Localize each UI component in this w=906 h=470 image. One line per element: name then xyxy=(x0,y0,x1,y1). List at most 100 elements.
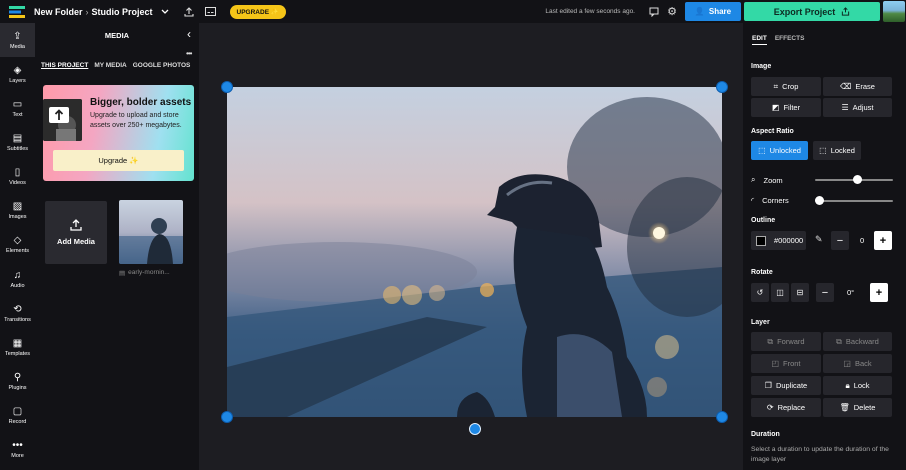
back-button[interactable]: ◲ Back xyxy=(823,354,892,373)
tab-google-photos[interactable]: GOOGLE PHOTOS xyxy=(133,62,191,69)
breadcrumb-project[interactable]: Studio Project xyxy=(92,7,153,17)
delete-button[interactable]: 🗑︎ Delete xyxy=(823,398,892,417)
templates-icon: ▦ xyxy=(12,337,23,349)
eyedropper-icon[interactable]: ✎ xyxy=(815,234,823,245)
outline-color-swatch xyxy=(756,235,766,246)
delete-label: Delete xyxy=(853,403,876,412)
corners-slider[interactable] xyxy=(815,200,893,202)
rail-item-audio[interactable]: ♫ Audio xyxy=(0,262,35,296)
tab-edit[interactable]: EDIT xyxy=(752,35,767,45)
resize-handle-bottom-left[interactable] xyxy=(221,411,233,423)
add-media-label: Add Media xyxy=(57,237,95,246)
export-project-button[interactable]: Export Project xyxy=(744,2,880,21)
subtitles-toggle-icon[interactable] xyxy=(204,5,218,19)
rail-item-label: Templates xyxy=(4,350,31,357)
rail-item-label: Transitions xyxy=(4,316,31,323)
erase-button[interactable]: ⌫ Erase xyxy=(823,77,892,96)
app-logo-icon[interactable] xyxy=(0,0,34,23)
crop-button[interactable]: ⌗ Crop xyxy=(751,77,821,96)
rail-item-label: Record xyxy=(8,418,27,425)
add-user-icon: 👤 xyxy=(694,7,705,16)
promo-upgrade-button[interactable]: Upgrade ✨ xyxy=(53,150,184,171)
rail-item-videos[interactable]: ▯ Videos xyxy=(0,159,35,193)
elements-icon: ◇ xyxy=(13,234,22,246)
locked-label: Locked xyxy=(830,146,855,155)
rail-item-templates[interactable]: ▦ Templates xyxy=(0,330,35,364)
image-section-title: Image xyxy=(751,63,772,70)
filter-button[interactable]: ◩ Filter xyxy=(751,98,821,117)
last-edited-status: Last edited a few seconds ago. xyxy=(545,8,635,15)
outline-width-value[interactable]: 0 xyxy=(860,236,864,245)
rail-item-media[interactable]: ⇪ Media xyxy=(0,23,35,57)
comment-icon[interactable] xyxy=(647,5,661,19)
more-icon: ••• xyxy=(12,439,23,451)
breadcrumb: New Folder › Studio Project xyxy=(34,5,172,19)
tab-this-project[interactable]: THIS PROJECT xyxy=(41,62,88,69)
forward-button[interactable]: ⧉ Forward xyxy=(751,332,821,351)
backward-button[interactable]: ⧉ Backward xyxy=(823,332,892,351)
rail-item-elements[interactable]: ◇ Elements xyxy=(0,227,35,261)
rail-item-subtitles[interactable]: ▤ Subtitles xyxy=(0,125,35,159)
flip-horizontal-icon: ◫ xyxy=(776,288,784,297)
adjust-button[interactable]: ☰ Adjust xyxy=(823,98,892,117)
flip-vertical-button[interactable]: ⊟ xyxy=(791,283,809,302)
rail-item-record[interactable]: ▢ Record xyxy=(0,398,35,432)
rotate-value[interactable]: 0° xyxy=(847,288,854,297)
rail-item-text[interactable]: ▭ Text xyxy=(0,91,35,125)
aspect-section-title: Aspect Ratio xyxy=(751,128,794,135)
tab-my-media[interactable]: MY MEDIA xyxy=(94,62,126,69)
rail-item-images[interactable]: ▨ Images xyxy=(0,193,35,227)
resize-handle-bottom-right[interactable] xyxy=(716,411,728,423)
forward-icon: ⧉ xyxy=(767,336,774,346)
replace-button[interactable]: ⟳ Replace xyxy=(751,398,821,417)
rail-item-label: More xyxy=(11,452,24,459)
subtitles-icon: ▤ xyxy=(12,132,23,144)
lock-button[interactable]: 🔒︎ Lock xyxy=(823,376,892,395)
filter-label: Filter xyxy=(783,103,801,112)
panel-title: MEDIA xyxy=(104,31,130,40)
rotate-decrease-button[interactable]: − xyxy=(816,283,834,302)
layer-section-title: Layer xyxy=(751,319,770,326)
rotate-handle-icon[interactable] xyxy=(469,423,481,435)
unlocked-button[interactable]: ⬚ Unlocked xyxy=(751,141,808,160)
selected-image-layer[interactable] xyxy=(227,87,722,417)
upgrade-button[interactable]: UPGRADE ✨ xyxy=(229,4,286,19)
corners-slider-knob[interactable] xyxy=(815,196,824,205)
flip-horizontal-button[interactable]: ◫ xyxy=(771,283,789,302)
rotate-increase-button[interactable]: + xyxy=(870,283,888,302)
front-button[interactable]: ◰ Front xyxy=(751,354,821,373)
resize-handle-top-left[interactable] xyxy=(221,81,233,93)
zoom-slider-knob[interactable] xyxy=(852,175,862,184)
upload-icon[interactable] xyxy=(182,5,196,19)
resize-handle-top-right[interactable] xyxy=(716,81,728,93)
rail-item-layers[interactable]: ◈ Layers xyxy=(0,57,35,91)
rail-item-label: Subtitles xyxy=(6,145,29,152)
videos-icon: ▯ xyxy=(14,166,21,178)
locked-button[interactable]: ⬚ Locked xyxy=(813,141,861,160)
chevron-down-icon[interactable] xyxy=(158,5,172,19)
rail-item-transitions[interactable]: ⟲ Transitions xyxy=(0,296,35,330)
avatar[interactable] xyxy=(883,1,905,22)
outline-increase-button[interactable]: + xyxy=(874,231,892,250)
add-media-button[interactable]: Add Media xyxy=(45,201,107,264)
rotate-ccw-button[interactable]: ↺ xyxy=(751,283,769,302)
upgrade-promo-card: Bigger, bolder assets Upgrade to upload … xyxy=(43,85,194,181)
record-icon: ▢ xyxy=(12,405,23,417)
media-icon: ⇪ xyxy=(13,30,22,42)
breadcrumb-folder[interactable]: New Folder xyxy=(34,7,83,17)
duplicate-button[interactable]: ❐ Duplicate xyxy=(751,376,821,395)
rail-item-label: Elements xyxy=(6,247,29,254)
chevron-left-icon[interactable]: ‹ xyxy=(187,27,191,41)
share-button[interactable]: 👤 Share xyxy=(685,2,741,21)
rail-item-plugins[interactable]: ⚲ Plugins xyxy=(0,364,35,398)
media-thumbnail[interactable] xyxy=(119,200,183,264)
outline-decrease-button[interactable]: − xyxy=(831,231,849,250)
rail-item-more[interactable]: ••• More xyxy=(0,432,35,466)
adjust-label: Adjust xyxy=(852,103,874,112)
more-options-icon[interactable]: ••• xyxy=(186,49,192,58)
outline-color-picker[interactable]: #000000 xyxy=(751,231,806,250)
tab-effects[interactable]: EFFECTS xyxy=(775,35,805,45)
images-icon: ▨ xyxy=(12,200,23,212)
gear-icon[interactable]: ⚙ xyxy=(665,5,679,19)
crop-icon: ⌗ xyxy=(773,81,779,91)
